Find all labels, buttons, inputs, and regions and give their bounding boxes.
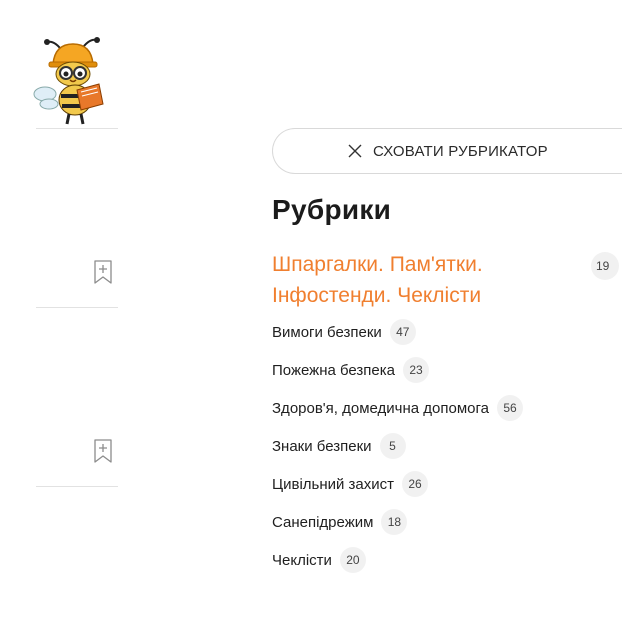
category-label: Чеклісти (272, 551, 332, 569)
divider (36, 307, 118, 308)
featured-category-count: 19 (591, 252, 619, 280)
category-label: Пожежна безпека (272, 361, 396, 379)
category-label: Знаки безпеки (272, 437, 372, 455)
bookmark-add-icon[interactable] (92, 259, 114, 285)
category-item[interactable]: Чеклісти 20 (272, 547, 523, 573)
close-icon (348, 144, 362, 158)
category-count-badge: 20 (339, 547, 366, 573)
category-count-badge: 18 (381, 509, 408, 535)
hide-rubricator-label: СХОВАТИ РУБРИКАТОР (373, 142, 548, 160)
featured-category-link[interactable]: Шпаргалки. Пам'ятки. Інфостенди. Чекліст… (272, 249, 572, 311)
category-label: Цивільний захист (272, 475, 395, 493)
category-list: Вимоги безпеки 47 Пожежна безпека 23 Здо… (272, 319, 523, 585)
category-count-badge: 23 (403, 357, 430, 383)
category-label: Здоров'я, домедична допомога (272, 399, 489, 417)
category-item[interactable]: Знаки безпеки 5 (272, 433, 523, 459)
left-strip (0, 0, 120, 623)
category-count-badge: 5 (379, 433, 406, 459)
rubrics-heading: Рубрики (272, 194, 392, 225)
divider (36, 128, 118, 129)
category-count-badge: 26 (402, 471, 429, 497)
category-count-badge: 56 (497, 395, 523, 421)
category-item[interactable]: Пожежна безпека 23 (272, 357, 523, 383)
category-item[interactable]: Вимоги безпеки 47 (272, 319, 523, 345)
category-item[interactable]: Цивільний захист 26 (272, 471, 523, 497)
divider (36, 486, 118, 487)
hide-rubricator-button[interactable]: СХОВАТИ РУБРИКАТОР (272, 128, 622, 174)
page: СХОВАТИ РУБРИКАТОР Рубрики Шпаргалки. Па… (0, 0, 643, 623)
bookmark-add-icon[interactable] (92, 438, 114, 464)
category-label: Санепідрежим (272, 513, 374, 531)
category-item[interactable]: Здоров'я, домедична допомога 56 (272, 395, 523, 421)
category-item[interactable]: Санепідрежим 18 (272, 509, 523, 535)
category-label: Вимоги безпеки (272, 323, 382, 341)
bee-mascot-image (33, 37, 104, 125)
category-count-badge: 47 (389, 319, 416, 345)
